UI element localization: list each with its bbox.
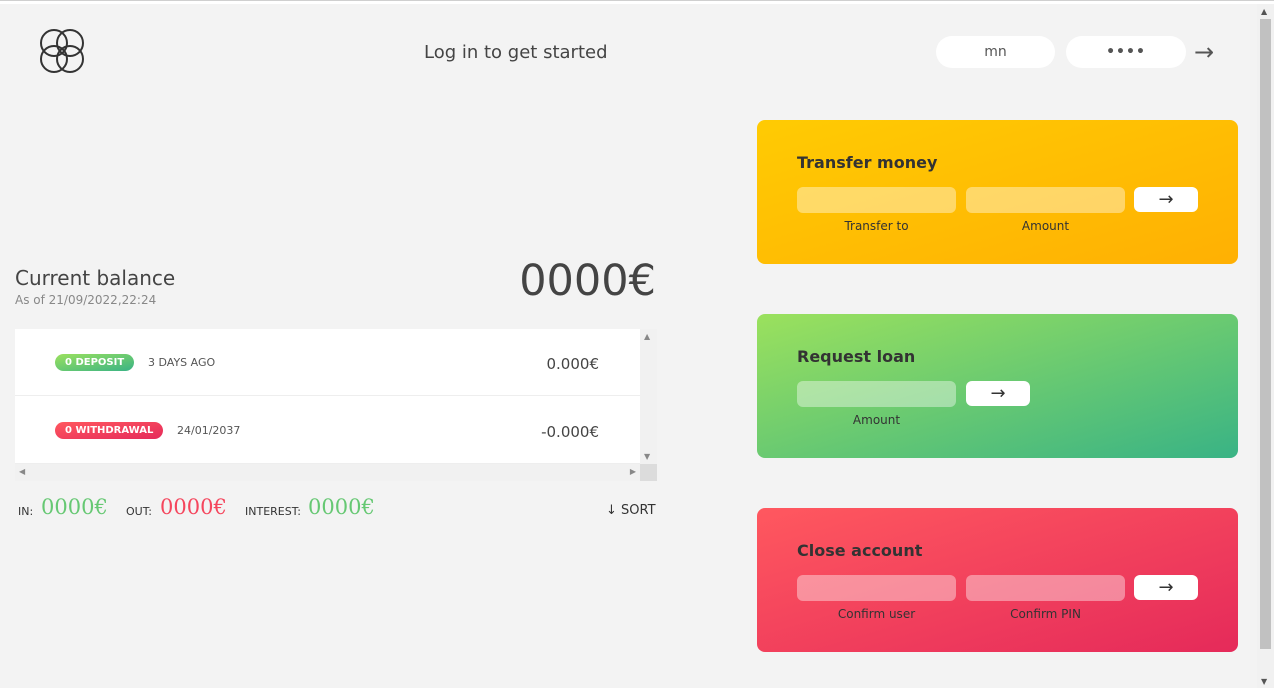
summary-out-label: Out:: [126, 505, 152, 518]
balance-label: Current balance: [15, 266, 176, 290]
loan-title: Request loan: [797, 347, 916, 366]
loan-operation-card: Request loan → Amount: [757, 314, 1238, 458]
transfer-amount-input[interactable]: [966, 187, 1125, 213]
summary-in-label: In:: [18, 505, 34, 518]
summary-in-value: 0000€: [41, 495, 108, 519]
movement-row: 0 DEPOSIT 3 DAYS AGO 0.000€: [15, 329, 640, 396]
movement-value: -0.000€: [541, 423, 599, 441]
close-user-input[interactable]: [797, 575, 956, 601]
login-user-input[interactable]: [936, 36, 1055, 68]
movement-date: 24/01/2037: [177, 424, 241, 437]
summary-interest-label: Interest:: [245, 505, 301, 518]
close-account-operation-card: Close account → Confirm user Confirm PIN: [757, 508, 1238, 652]
transfer-operation-card: Transfer money → Transfer to Amount: [757, 120, 1238, 264]
movement-type-badge: 0 WITHDRAWAL: [55, 422, 164, 439]
transfer-to-input[interactable]: [797, 187, 956, 213]
transfer-to-label: Transfer to: [844, 219, 909, 233]
movement-value: 0.000€: [546, 355, 600, 373]
close-user-label: Confirm user: [837, 607, 916, 621]
close-pin-input[interactable]: [966, 575, 1125, 601]
close-pin-label: Confirm PIN: [1010, 607, 1081, 621]
scroll-left-icon[interactable]: ◀: [19, 467, 25, 476]
scroll-down-icon[interactable]: ▼: [644, 452, 650, 461]
page-scroll-down-icon[interactable]: ▼: [1261, 677, 1267, 686]
movement-type-badge: 0 DEPOSIT: [55, 354, 135, 371]
login-pin-input[interactable]: [1066, 36, 1186, 68]
loan-submit-button[interactable]: →: [966, 381, 1030, 406]
loan-amount-label: Amount: [852, 413, 901, 427]
close-submit-button[interactable]: →: [1134, 575, 1198, 600]
balance-date: As of 21/09/2022,22:24: [15, 293, 157, 307]
window-top-border: [0, 0, 1274, 4]
page-scrollbar[interactable]: ▲ ▼: [1257, 4, 1274, 688]
page-scroll-up-icon[interactable]: ▲: [1261, 7, 1267, 16]
scroll-up-icon[interactable]: ▲: [644, 332, 650, 341]
loan-amount-input[interactable]: [797, 381, 956, 407]
movements-vertical-scrollbar[interactable]: ▲ ▼: [640, 329, 657, 464]
movements-horizontal-scrollbar[interactable]: ◀ ▶: [15, 464, 640, 481]
scrollbar-corner: [640, 464, 657, 481]
sort-button[interactable]: ↓ SORT: [606, 503, 656, 518]
transfer-title: Transfer money: [797, 153, 938, 172]
logo-icon: [40, 29, 84, 73]
close-account-title: Close account: [797, 541, 923, 560]
movement-date: 3 DAYS AGO: [148, 356, 216, 369]
transfer-submit-button[interactable]: →: [1134, 187, 1198, 212]
summary-interest-value: 0000€: [308, 495, 375, 519]
welcome-message: Log in to get started: [424, 42, 608, 63]
page-scrollbar-thumb[interactable]: [1260, 19, 1271, 649]
scroll-right-icon[interactable]: ▶: [630, 467, 636, 476]
summary-out-value: 0000€: [160, 495, 227, 519]
movement-row: 0 WITHDRAWAL 24/01/2037 -0.000€: [15, 397, 640, 464]
balance-value: 0000€: [519, 256, 656, 306]
login-button[interactable]: →: [1194, 38, 1214, 66]
transfer-amount-label: Amount: [1021, 219, 1070, 233]
movements-list[interactable]: 0 DEPOSIT 3 DAYS AGO 0.000€ 0 WITHDRAWAL…: [15, 329, 657, 481]
